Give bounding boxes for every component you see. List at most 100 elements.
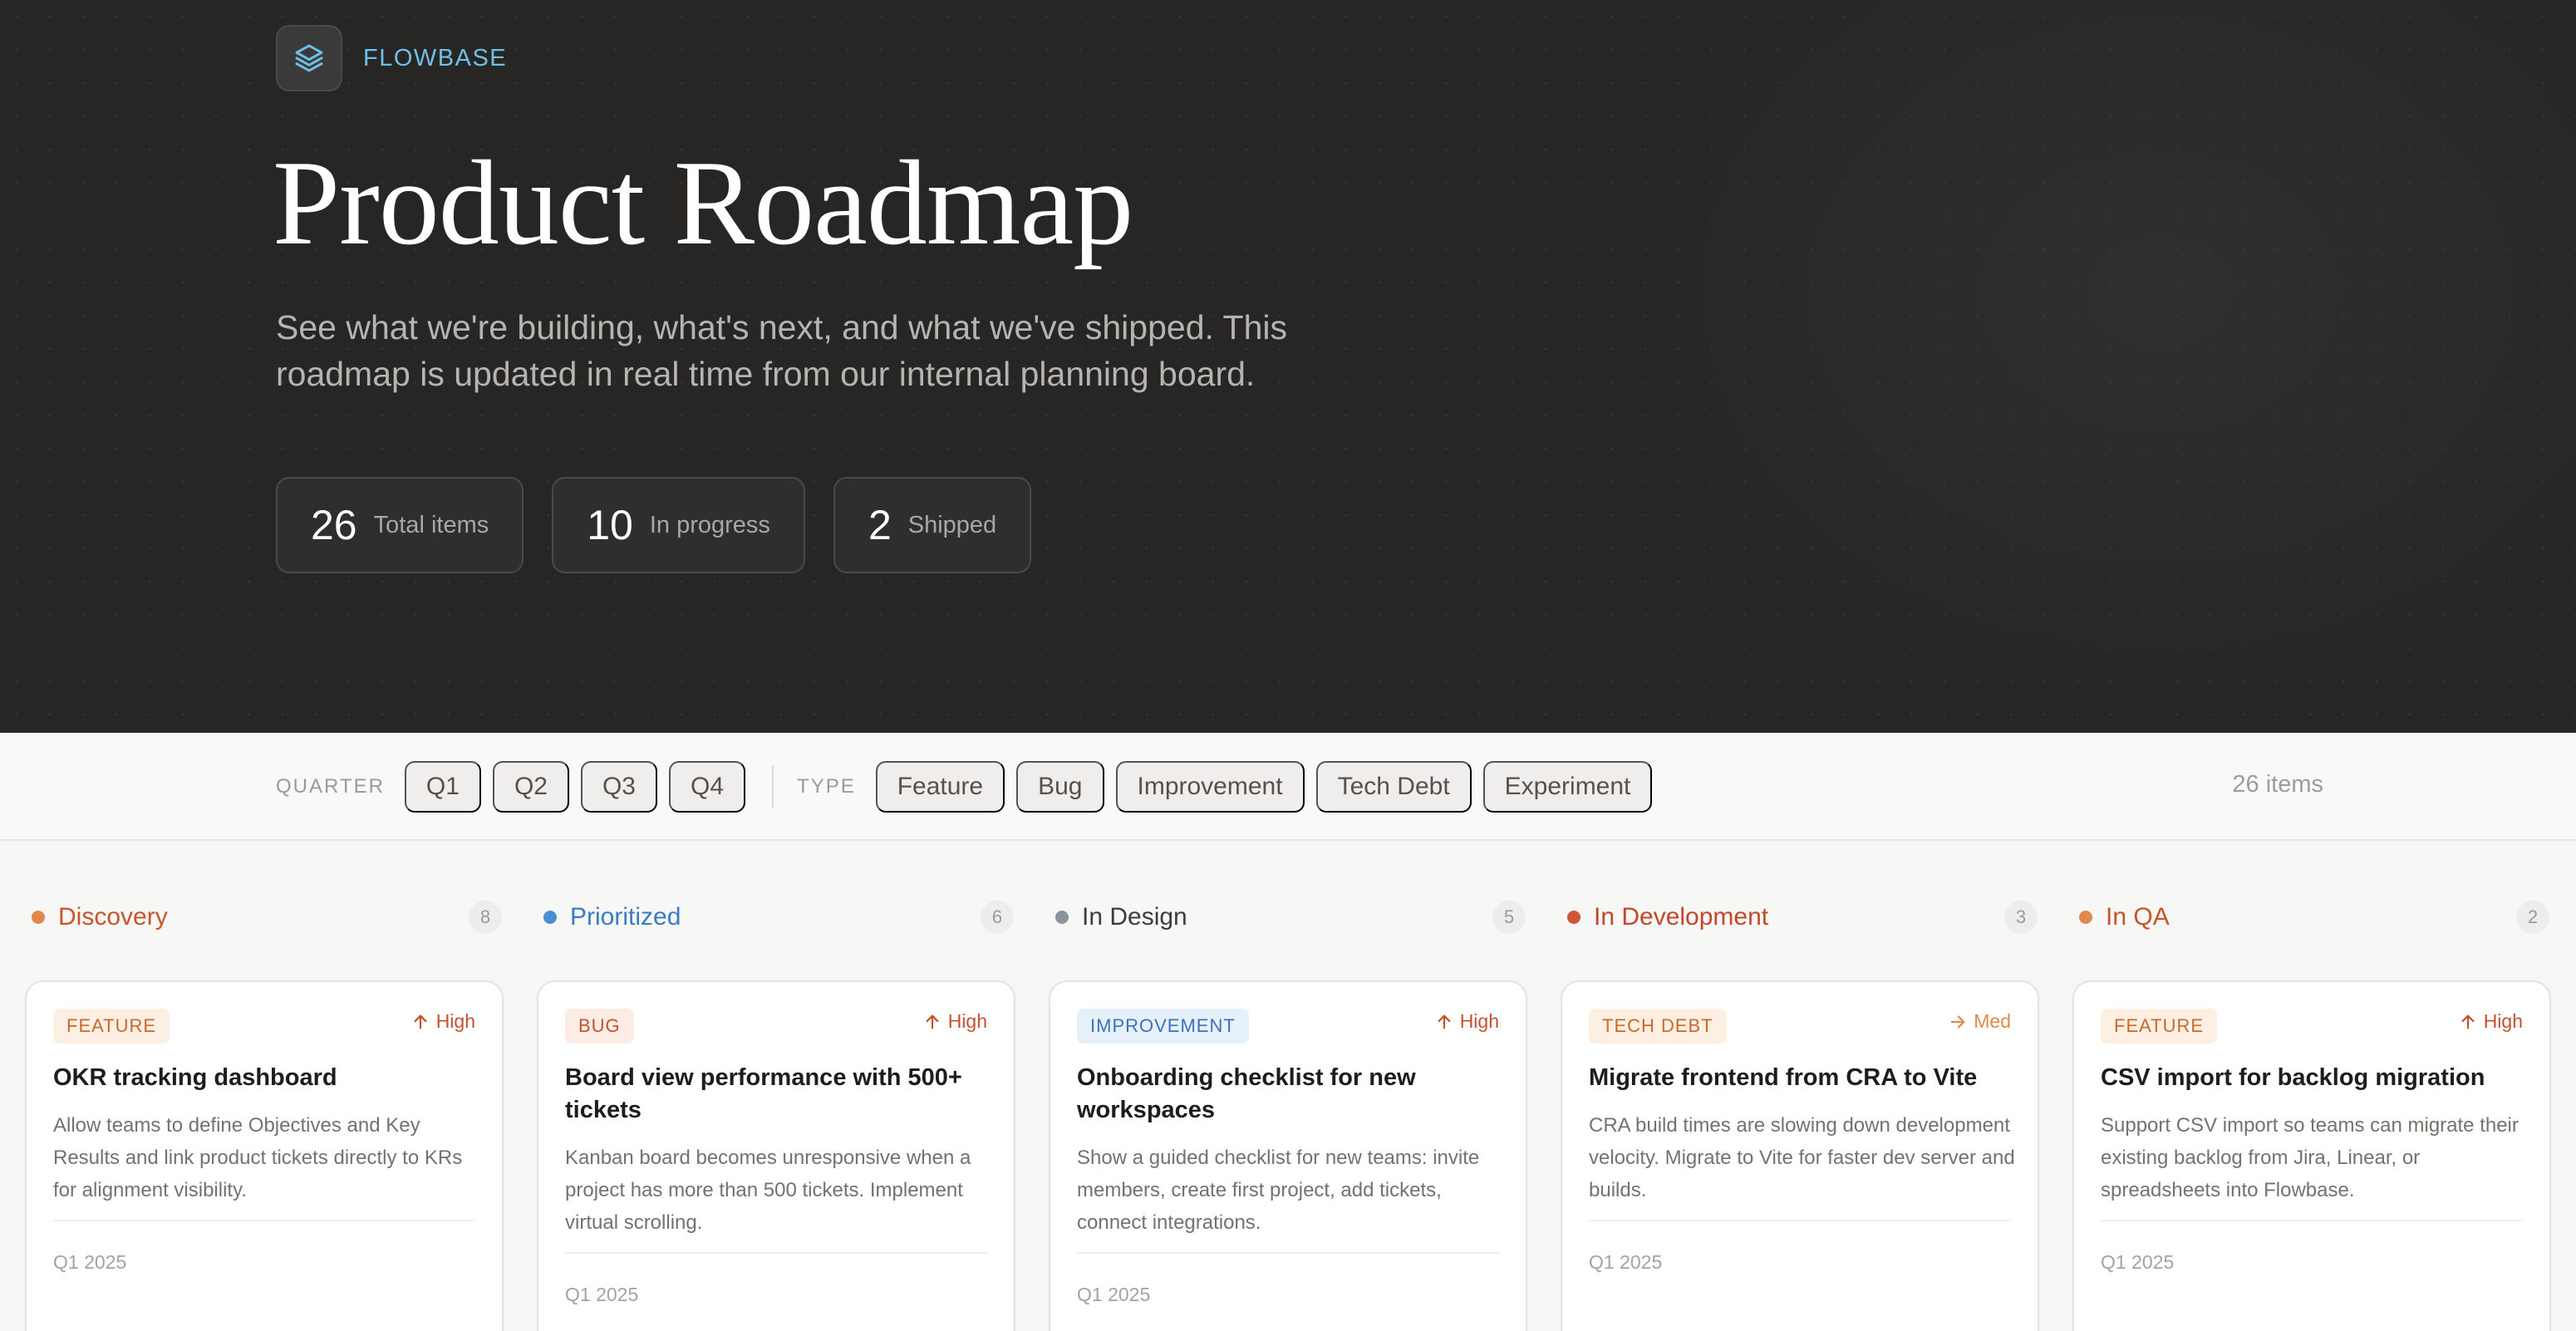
card-title-line: Onboarding checklist for new bbox=[1077, 1064, 1416, 1091]
column-title: In QA bbox=[2106, 903, 2170, 931]
type-tag: IMPROVEMENT bbox=[1077, 1009, 1249, 1044]
arrow-up-icon bbox=[923, 1013, 948, 1031]
brand[interactable]: FLOWBASE bbox=[276, 25, 507, 91]
stat-value: 10 bbox=[587, 502, 633, 548]
filter-chip-q4[interactable]: Q4 bbox=[669, 761, 746, 813]
card-title-line: Board view performance with 500+ bbox=[565, 1064, 962, 1091]
column-header: Prioritized 6 bbox=[537, 901, 1015, 934]
card-title-line: workspaces bbox=[1077, 1097, 1216, 1123]
layers-icon bbox=[276, 25, 342, 91]
filter-chip-experiment[interactable]: Experiment bbox=[1482, 761, 1653, 813]
column-count-badge: 2 bbox=[2516, 901, 2549, 934]
hero-glow bbox=[1579, 0, 2576, 733]
column-header: In Development 3 bbox=[1561, 901, 2039, 934]
card-meta: IMPROVEMENT High bbox=[1077, 1009, 1499, 1044]
card-meta: FEATURE High bbox=[2101, 1009, 2523, 1044]
card-date: Q1 2025 bbox=[53, 1251, 127, 1273]
card-date: Q1 2025 bbox=[565, 1284, 639, 1305]
stat-value: 26 bbox=[311, 502, 357, 548]
roadmap-card[interactable]: FEATURE High CSV import for backlog migrat… bbox=[2072, 980, 2551, 1331]
filter-chip-tech-debt[interactable]: Tech Debt bbox=[1315, 761, 1472, 813]
type-tag: TECH DEBT bbox=[1589, 1009, 1727, 1044]
filter-chip-q1[interactable]: Q1 bbox=[404, 761, 481, 813]
filter-chip-feature[interactable]: Feature bbox=[875, 761, 1005, 813]
stat-label: In progress bbox=[649, 511, 770, 538]
type-tag: FEATURE bbox=[53, 1009, 170, 1044]
status-dot bbox=[2079, 911, 2092, 924]
card-description: Allow teams to define Objectives and Key… bbox=[53, 1114, 463, 1201]
status-dot bbox=[1055, 911, 1069, 924]
card-title-line: CSV import for backlog migration bbox=[2101, 1064, 2485, 1091]
card-divider bbox=[1077, 1252, 1499, 1254]
stat-label: Shipped bbox=[907, 511, 997, 538]
page-description: See what we're building, what's next, an… bbox=[276, 308, 1287, 393]
stat-value: 2 bbox=[868, 502, 892, 548]
filter-chip-q3[interactable]: Q3 bbox=[580, 761, 657, 813]
roadmap-card[interactable]: BUG High Board view performance with 500+ t… bbox=[537, 980, 1015, 1331]
card-meta: BUG High bbox=[565, 1009, 987, 1044]
priority-indicator: High bbox=[411, 1010, 475, 1033]
stat-shipped: 2 Shipped bbox=[833, 477, 1032, 573]
card-title-line: Migrate frontend from CRA to Vite bbox=[1589, 1064, 1978, 1091]
column-header: In Design 5 bbox=[1049, 901, 1527, 934]
column-header: Discovery 8 bbox=[25, 901, 504, 934]
arrow-up-icon bbox=[1435, 1013, 1460, 1031]
filter-chip-bug[interactable]: Bug bbox=[1016, 761, 1104, 813]
column-title: Discovery bbox=[58, 903, 168, 931]
priority-label: High bbox=[1459, 1010, 1499, 1032]
card-description: Support CSV import so teams can migrate … bbox=[2101, 1114, 2519, 1201]
card-divider bbox=[1589, 1220, 2011, 1221]
hero-section: FLOWBASE Product Roadmap See what we're … bbox=[0, 0, 2576, 733]
type-filter-label: TYPE bbox=[797, 775, 856, 798]
filter-row: QUARTER Q1 Q2 Q3 Q4 TYPE Feature Bug Imp… bbox=[276, 759, 1664, 814]
roadmap-card[interactable]: IMPROVEMENT High Onboarding checklist for … bbox=[1049, 980, 1527, 1331]
column-title: Prioritized bbox=[570, 903, 681, 931]
quarter-filter-label: QUARTER bbox=[276, 775, 385, 798]
column-count-badge: 6 bbox=[981, 901, 1014, 934]
card-title[interactable]: OKR tracking dashboard bbox=[53, 1062, 477, 1094]
card-title[interactable]: Migrate frontend from CRA to Vite bbox=[1589, 1062, 2013, 1094]
card-date: Q1 2025 bbox=[2101, 1251, 2175, 1273]
priority-label: Med bbox=[1974, 1010, 2011, 1032]
priority-indicator: High bbox=[2459, 1010, 2523, 1033]
filter-chip-q2[interactable]: Q2 bbox=[492, 761, 569, 813]
card-title[interactable]: CSV import for backlog migration bbox=[2101, 1062, 2524, 1094]
status-dot bbox=[543, 911, 557, 924]
card-meta: FEATURE High bbox=[53, 1009, 475, 1044]
card-date: Q1 2025 bbox=[1077, 1284, 1151, 1305]
priority-label: High bbox=[947, 1010, 987, 1032]
status-dot bbox=[32, 911, 45, 924]
card-title-line: tickets bbox=[565, 1097, 642, 1123]
card-description: Show a guided checklist for new teams: i… bbox=[1077, 1147, 1480, 1234]
stat-label: Total items bbox=[373, 511, 489, 538]
filter-divider bbox=[772, 765, 774, 808]
column-count-badge: 3 bbox=[2004, 901, 2038, 934]
priority-indicator: Med bbox=[1949, 1010, 2011, 1033]
stat-total-items: 26 Total items bbox=[276, 477, 524, 573]
filter-chip-improvement[interactable]: Improvement bbox=[1115, 761, 1305, 813]
column-title: In Development bbox=[1594, 903, 1769, 931]
arrow-up-icon bbox=[2459, 1013, 2484, 1031]
card-divider bbox=[2101, 1220, 2523, 1221]
brand-name: FLOWBASE bbox=[363, 44, 508, 71]
card-description: Kanban board becomes unresponsive when a… bbox=[565, 1147, 971, 1234]
priority-indicator: High bbox=[923, 1010, 987, 1033]
page-title: Product Roadmap bbox=[273, 135, 1133, 270]
column-count-badge: 5 bbox=[1492, 901, 1526, 934]
priority-label: High bbox=[2483, 1010, 2523, 1032]
card-meta: TECH DEBT Med bbox=[1589, 1009, 2011, 1044]
card-title[interactable]: Onboarding checklist for new workspaces bbox=[1077, 1062, 1501, 1127]
card-description: CRA build times are slowing down develop… bbox=[1589, 1114, 2015, 1201]
arrow-right-icon bbox=[1949, 1013, 1974, 1031]
card-title[interactable]: Board view performance with 500+ tickets bbox=[565, 1062, 989, 1127]
roadmap-card[interactable]: TECH DEBT Med Migrate frontend from CRA to… bbox=[1561, 980, 2039, 1331]
card-divider bbox=[53, 1220, 475, 1221]
roadmap-card[interactable]: FEATURE High OKR tracking dashboard Allow t… bbox=[25, 980, 504, 1331]
type-tag: FEATURE bbox=[2101, 1009, 2218, 1044]
filter-bar: QUARTER Q1 Q2 Q3 Q4 TYPE Feature Bug Imp… bbox=[0, 733, 2576, 841]
card-title-line: OKR tracking dashboard bbox=[53, 1064, 337, 1091]
stats-row: 26 Total items 10 In progress 2 Shipped bbox=[276, 477, 1032, 573]
card-divider bbox=[565, 1252, 987, 1254]
stat-in-progress: 10 In progress bbox=[552, 477, 805, 573]
status-dot bbox=[1567, 911, 1581, 924]
